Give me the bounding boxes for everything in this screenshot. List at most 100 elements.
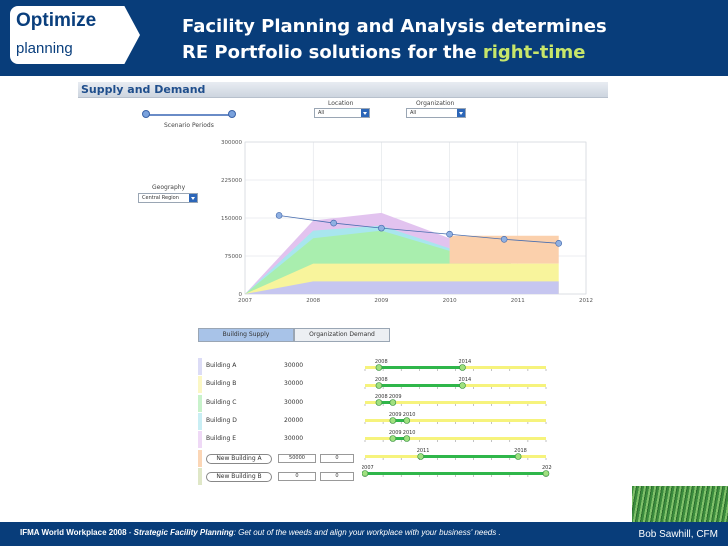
new-building-area-input[interactable]: 50000 [278, 453, 316, 463]
timeline-end-year: 2009 [389, 394, 402, 400]
x-tick-label: 2008 [306, 298, 320, 304]
building-row: Building A 30000 [198, 358, 358, 375]
building-name: Building A [206, 362, 237, 369]
building-value: 30000 [284, 362, 304, 369]
slide-title-line2: RE Portfolio solutions for the right-tim… [182, 42, 585, 63]
organization-dropdown[interactable]: All [406, 108, 466, 118]
timeline-bar [378, 384, 463, 387]
timeline-start-handle[interactable] [389, 417, 397, 424]
y-tick-label: 225000 [221, 178, 242, 184]
building-name: Building E [206, 435, 237, 443]
timeline-end-year: 2014 [458, 377, 471, 383]
demand-point[interactable] [500, 235, 508, 243]
timeline-start-handle[interactable] [375, 399, 383, 406]
building-color-swatch [198, 358, 202, 375]
timeline-end-handle[interactable] [403, 435, 411, 442]
timeline-end-handle[interactable] [459, 364, 466, 371]
x-tick-label: 2007 [238, 298, 252, 304]
new-building-area-input[interactable]: 0 [278, 471, 316, 481]
timeline-start-handle[interactable] [389, 435, 397, 442]
building-row: Building E 30000 [198, 431, 358, 449]
demand-point[interactable] [330, 219, 337, 227]
building-color-swatch [198, 376, 202, 394]
demand-point[interactable] [446, 230, 453, 238]
badge-title: Optimize [16, 10, 97, 31]
chevron-down-icon [361, 109, 369, 117]
new-building-button[interactable]: New Building B [206, 471, 272, 482]
grass-decoration [632, 486, 728, 522]
new-building-color-swatch [198, 449, 202, 467]
building-name: Building B [206, 380, 237, 388]
timeline-bar [365, 472, 546, 475]
demand-point[interactable] [378, 224, 385, 232]
new-building-color-swatch [198, 467, 202, 485]
y-tick-label: 75000 [225, 254, 243, 260]
slide-title-line1: Facility Planning and Analysis determine… [182, 16, 607, 37]
building-value: 20000 [284, 416, 304, 424]
timeline-start-handle[interactable] [375, 382, 383, 389]
scenario-range-track[interactable] [146, 114, 234, 116]
scenario-start-handle[interactable] [142, 110, 150, 118]
panel-header: Supply and Demand [78, 82, 608, 98]
geography-dropdown[interactable]: Central Region [138, 193, 198, 203]
tab-organization-demand[interactable]: Organization Demand [294, 328, 390, 342]
timeline-end-handle[interactable] [514, 453, 522, 460]
title-line2-prefix: RE Portfolio solutions for the [182, 42, 483, 63]
timeline-end-year: 2020 [542, 465, 552, 471]
badge-subtitle: planning [16, 40, 73, 57]
x-tick-label: 2009 [374, 298, 388, 304]
geography-value: Central Region [142, 195, 179, 201]
scenario-end-handle[interactable] [228, 110, 236, 118]
title-accent: right-time [482, 42, 586, 63]
timeline-start-year: 2009 [389, 430, 402, 436]
location-value: All [318, 110, 325, 116]
footer-text: IFMA World Workplace 2008 - Strategic Fa… [20, 528, 501, 537]
footer-bar: IFMA World Workplace 2008 - Strategic Fa… [0, 522, 728, 546]
timeline-start-year: 2008 [375, 377, 388, 383]
timeline-end-year: 2010 [403, 430, 416, 436]
x-tick-label: 2012 [579, 298, 593, 304]
timeline-end-year: 2014 [458, 359, 471, 365]
panel-title: Supply and Demand [81, 83, 206, 96]
timeline-end-handle[interactable] [389, 399, 397, 406]
building-value: 30000 [284, 380, 304, 388]
timeline-start-year: 2011 [417, 448, 430, 454]
building-value: 30000 [284, 398, 304, 406]
x-tick-label: 2011 [511, 298, 525, 304]
footer-org: IFMA World Workplace 2008 [20, 528, 127, 537]
scenario-label: Scenario Periods [164, 122, 214, 129]
y-tick-label: 300000 [221, 140, 242, 146]
footer-sep: - [126, 528, 134, 537]
footer-author: Bob Sawhill, CFM [638, 529, 718, 540]
supply-demand-chart: 3000002250001500007500002007 2008 2009 2010… [221, 140, 593, 304]
timeline-end-handle[interactable] [459, 382, 466, 389]
building-color-swatch [198, 431, 202, 449]
demand-point[interactable] [555, 240, 563, 247]
footer-session-title: Strategic Facility Planning [133, 528, 234, 537]
tab-building-supply[interactable]: Building Supply [198, 328, 294, 342]
organization-label: Organization [416, 100, 455, 107]
x-tick-label: 2010 [443, 298, 457, 304]
demand-point[interactable] [275, 212, 283, 219]
new-building-button[interactable]: New Building A [206, 453, 272, 464]
chevron-down-icon [457, 109, 465, 117]
timeline-end-handle[interactable] [403, 417, 411, 424]
supply-demand-panel: Supply and Demand Scenario Periods Locat… [78, 82, 608, 490]
building-color-swatch [198, 394, 202, 412]
building-color-swatch [198, 412, 202, 430]
timeline-start-handle[interactable] [375, 364, 383, 371]
location-dropdown[interactable]: All [314, 108, 370, 118]
timeline-bar [420, 455, 519, 458]
timeline-end-year: 2018 [514, 448, 527, 454]
organization-value: All [410, 110, 417, 116]
new-building-count-input[interactable]: 0 [320, 453, 354, 463]
geography-label: Geography [152, 184, 186, 191]
building-row: Building C 30000 [198, 394, 358, 412]
building-value: 30000 [284, 435, 304, 443]
timeline-start-year: 2007 [362, 465, 374, 471]
timeline-start-handle[interactable] [417, 453, 424, 460]
y-tick-label: 150000 [221, 216, 242, 222]
building-timeline: 2008 20142008 20142008 20092009 20102009 2010… [362, 359, 552, 477]
chevron-down-icon [189, 194, 197, 202]
new-building-count-input[interactable]: 0 [320, 471, 354, 481]
